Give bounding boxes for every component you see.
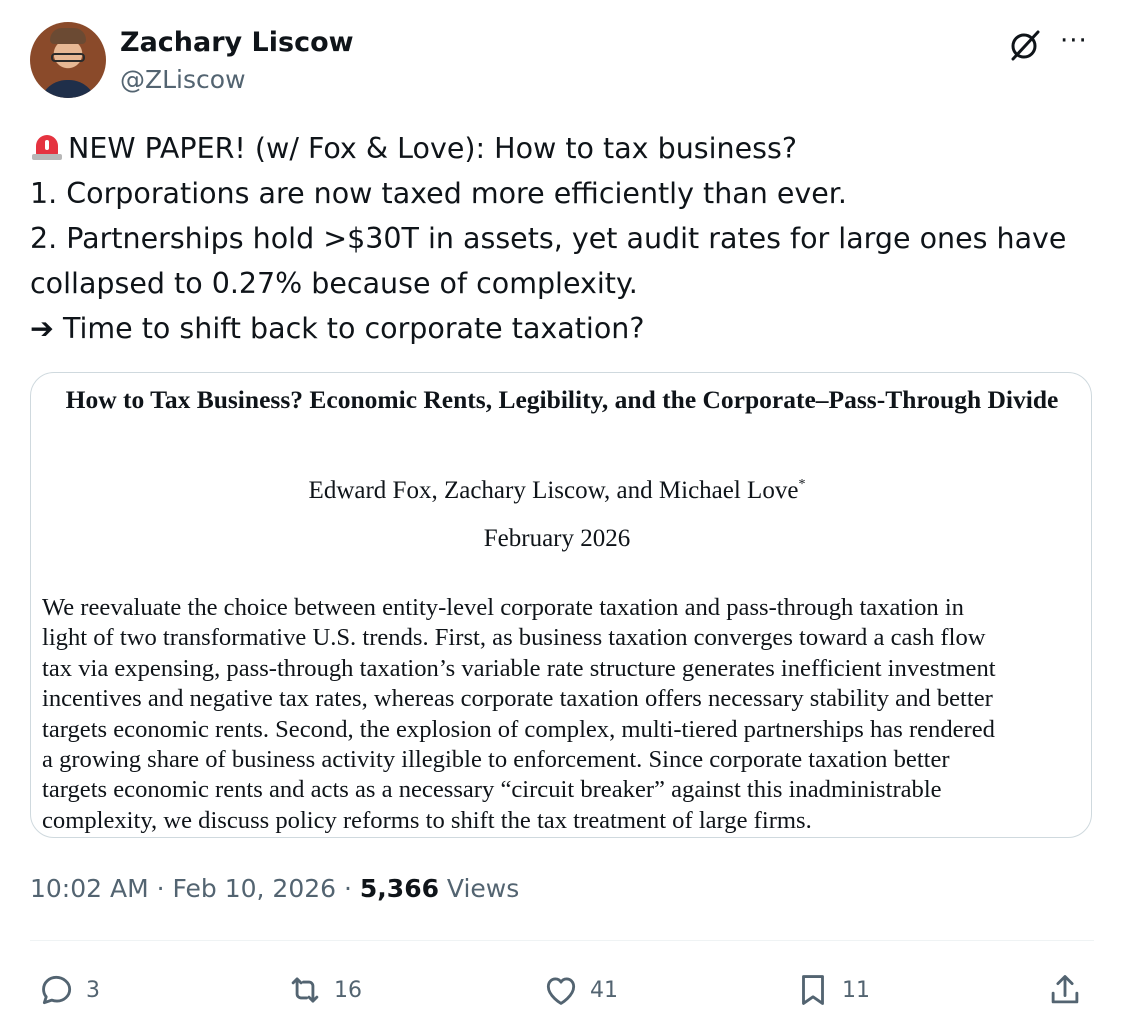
repost-count: 16: [334, 977, 362, 1003]
like-count: 41: [590, 977, 618, 1003]
like-button[interactable]: 41: [542, 964, 618, 1016]
avatar-hair: [50, 28, 86, 44]
tweet-line: 1. Corporations are now taxed more effic…: [30, 177, 847, 210]
bookmark-button[interactable]: 11: [794, 964, 870, 1016]
paper-image-card[interactable]: How to Tax Business? Economic Rents, Leg…: [30, 372, 1092, 838]
heart-icon: [546, 977, 576, 1005]
paper-author-footnote-mark: *: [798, 477, 806, 492]
bookmark-icon: [802, 975, 824, 1005]
tweet-meta: 10:02 AM · Feb 10, 2026 · 5,366 Views: [30, 874, 519, 903]
divider: [30, 940, 1094, 941]
share-button[interactable]: [1046, 964, 1084, 1016]
reply-icon: [42, 975, 72, 1005]
repost-button[interactable]: 16: [286, 964, 362, 1016]
tweet-line: collapsed to 0.27% because of complexity…: [30, 267, 638, 300]
meta-separator: ·: [148, 874, 173, 903]
views-label: Views: [438, 874, 520, 903]
abstract-line: light of two transformative U.S. trends.…: [42, 624, 986, 652]
avatar[interactable]: [30, 22, 106, 98]
paper-author-names: Edward Fox, Zachary Liscow, and Michael …: [308, 477, 799, 504]
paper-title: How to Tax Business? Economic Rents, Leg…: [65, 385, 1059, 414]
share-icon: [1051, 975, 1079, 1004]
bookmark-count: 11: [842, 977, 870, 1003]
meta-separator: ·: [336, 874, 360, 903]
reply-button[interactable]: 3: [38, 964, 100, 1016]
paper-authors: Edward Fox, Zachary Liscow, and Michael …: [31, 477, 1083, 505]
abstract-line: targets economic rents and acts as a nec…: [42, 776, 942, 804]
tweet-text: NEW PAPER! (w/ Fox & Love): How to tax b…: [30, 126, 1090, 351]
action-bar: 3 16 41 11: [0, 964, 1123, 1016]
more-icon[interactable]: ···: [1060, 28, 1096, 58]
paper-abstract: We reevaluate the choice between entity-…: [42, 593, 1087, 836]
abstract-line: targets economic rents. Second, the expl…: [42, 715, 995, 743]
abstract-line: complexity, we discuss policy reforms to…: [42, 806, 812, 834]
tweet-header: Zachary Liscow @ZLiscow ···: [30, 22, 1095, 100]
abstract-line: a growing share of business activity ill…: [42, 746, 950, 774]
siren-icon: [30, 131, 64, 161]
repost-icon: [291, 977, 319, 1003]
abstract-line: tax via expensing, pass-through taxation…: [42, 654, 996, 682]
tweet-line: ➔ Time to shift back to corporate taxati…: [30, 312, 645, 345]
abstract-line: incentives and negative tax rates, where…: [42, 685, 993, 713]
avatar-shirt: [39, 80, 97, 98]
tweet-line: NEW PAPER! (w/ Fox & Love): How to tax b…: [30, 126, 1090, 171]
reply-count: 3: [86, 977, 100, 1003]
views-count: 5,366: [359, 874, 439, 903]
tweet-date[interactable]: Feb 10, 2026: [173, 874, 337, 903]
tweet-line: 2. Partnerships hold >$30T in assets, ye…: [30, 222, 1067, 255]
author-name[interactable]: Zachary Liscow: [120, 26, 354, 60]
grok-icon[interactable]: [1008, 28, 1042, 62]
author-handle[interactable]: @ZLiscow: [120, 64, 246, 96]
tweet-time[interactable]: 10:02 AM: [30, 874, 149, 903]
tweet-line-text: NEW PAPER! (w/ Fox & Love): How to tax b…: [68, 132, 797, 165]
abstract-line: We reevaluate the choice between entity-…: [42, 594, 964, 621]
paper-date: February 2026: [483, 525, 631, 552]
avatar-glasses: [51, 53, 85, 62]
